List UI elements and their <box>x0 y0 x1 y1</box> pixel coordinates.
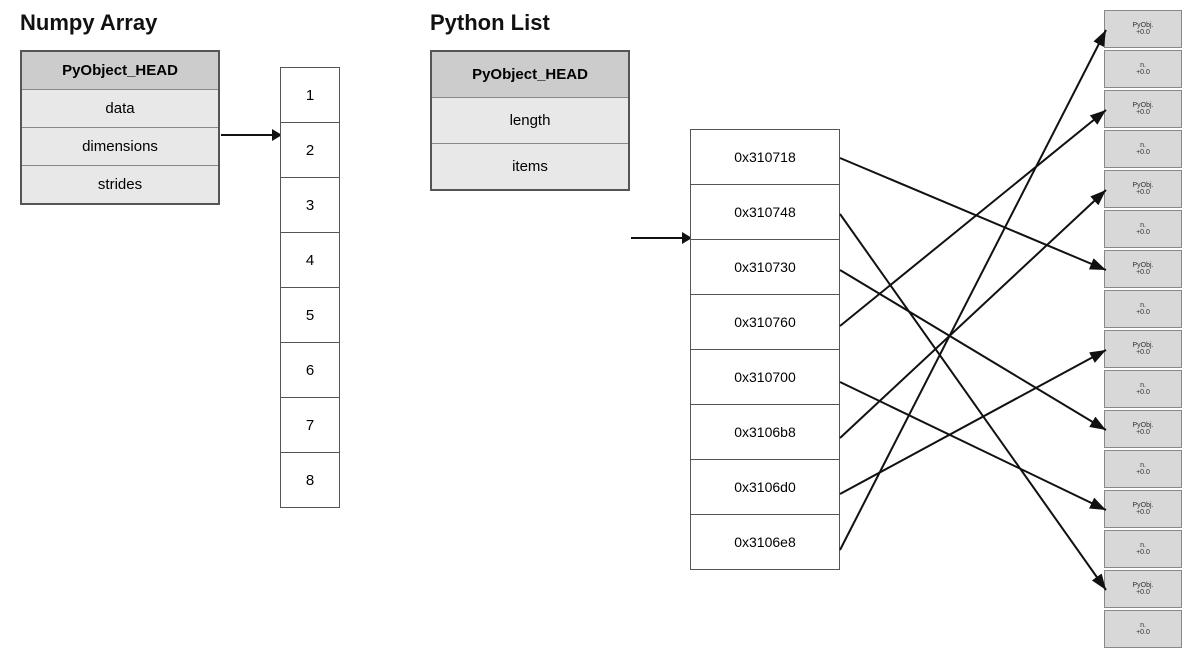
right-item-8: PyObj.+0.0 <box>1104 330 1182 368</box>
right-item-1: n.+0.0 <box>1104 50 1182 88</box>
array-cell-4: 4 <box>280 232 340 288</box>
right-item-15: n.+0.0 <box>1104 610 1182 648</box>
arrow-numpy-to-array <box>221 134 281 136</box>
pylist-cell-length: length <box>432 98 628 144</box>
right-item-6: PyObj.+0.0 <box>1104 250 1182 288</box>
arrow-items-to-addresses <box>631 237 691 239</box>
address-boxes: 0x310718 0x310748 0x310730 0x310760 0x31… <box>690 130 840 570</box>
right-item-13: n.+0.0 <box>1104 530 1182 568</box>
address-cell-1: 0x310748 <box>690 184 840 240</box>
numpy-title: Numpy Array <box>20 10 157 36</box>
array-cell-7: 7 <box>280 397 340 453</box>
array-cell-5: 5 <box>280 287 340 343</box>
right-item-0: PyObj.+0.0 <box>1104 10 1182 48</box>
numpy-cell-head: PyObject_HEAD <box>22 52 218 90</box>
array-cell-1: 1 <box>280 67 340 123</box>
array-cell-6: 6 <box>280 342 340 398</box>
right-item-7: n.+0.0 <box>1104 290 1182 328</box>
address-cell-3: 0x310760 <box>690 294 840 350</box>
address-cell-4: 0x310700 <box>690 349 840 405</box>
right-item-11: n.+0.0 <box>1104 450 1182 488</box>
array-cell-8: 8 <box>280 452 340 508</box>
right-item-5: n.+0.0 <box>1104 210 1182 248</box>
numpy-cell-data: data <box>22 90 218 128</box>
address-cell-6: 0x3106d0 <box>690 459 840 515</box>
numpy-box: PyObject_HEAD data dimensions strides <box>20 50 220 205</box>
array-cell-2: 2 <box>280 122 340 178</box>
right-item-14: PyObj.+0.0 <box>1104 570 1182 608</box>
right-item-2: PyObj.+0.0 <box>1104 90 1182 128</box>
right-item-4: PyObj.+0.0 <box>1104 170 1182 208</box>
pylist-cell-items: items <box>432 144 628 189</box>
right-item-3: n.+0.0 <box>1104 130 1182 168</box>
array-number-boxes: 1 2 3 4 5 6 7 8 <box>280 68 340 508</box>
numpy-cell-dimensions: dimensions <box>22 128 218 166</box>
right-item-10: PyObj.+0.0 <box>1104 410 1182 448</box>
array-cell-3: 3 <box>280 177 340 233</box>
diagram-container: Numpy Array PyObject_HEAD data dimension… <box>0 0 1184 666</box>
pylist-cell-head: PyObject_HEAD <box>432 52 628 98</box>
address-cell-2: 0x310730 <box>690 239 840 295</box>
address-cell-0: 0x310718 <box>690 129 840 185</box>
address-cell-5: 0x3106b8 <box>690 404 840 460</box>
pylist-title: Python List <box>430 10 550 36</box>
right-item-9: n.+0.0 <box>1104 370 1182 408</box>
right-column: PyObj.+0.0n.+0.0PyObj.+0.0n.+0.0PyObj.+0… <box>1104 10 1184 650</box>
numpy-cell-strides: strides <box>22 166 218 203</box>
pylist-box: PyObject_HEAD length items <box>430 50 630 191</box>
right-item-12: PyObj.+0.0 <box>1104 490 1182 528</box>
address-cell-7: 0x3106e8 <box>690 514 840 570</box>
